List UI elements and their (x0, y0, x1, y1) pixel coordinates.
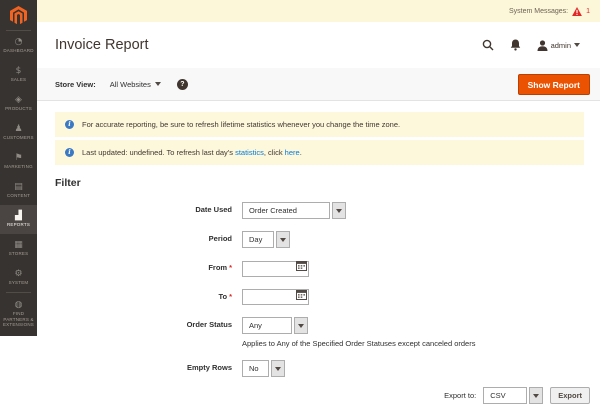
sidebar-item-marketing[interactable]: ⚑ MARKETING (0, 147, 37, 176)
content-icon: ▤ (14, 182, 23, 192)
system-messages-count: 1 (586, 8, 590, 15)
show-report-button[interactable]: Show Report (518, 74, 590, 95)
from-label: From* (55, 258, 232, 272)
date-used-label: Date Used (55, 200, 232, 214)
main-content: System Messages: 1 Invoice Report (37, 0, 600, 400)
period-select[interactable]: Day (242, 231, 290, 248)
period-value: Day (242, 231, 274, 248)
chevron-down-icon (574, 43, 580, 47)
magento-logo-icon (10, 6, 27, 25)
store-view-label: Store View: (55, 80, 96, 89)
system-messages-bar[interactable]: System Messages: 1 (37, 0, 600, 22)
chevron-down-icon[interactable] (155, 82, 161, 86)
chevron-down-icon (298, 324, 304, 328)
stores-icon: ▦ (14, 240, 23, 250)
select-caret-button[interactable] (529, 387, 543, 404)
admin-account-menu[interactable]: admin (537, 40, 580, 51)
required-asterisk: * (229, 263, 232, 272)
notice-text: Last updated: undefined. To refresh last… (82, 148, 302, 157)
chevron-down-icon (280, 238, 286, 242)
admin-sidebar: ◔ DASHBOARD $ SALES ◈ PRODUCTS ♟ CUSTOME… (0, 0, 37, 336)
customers-icon: ♟ (14, 124, 22, 134)
marketing-icon: ⚑ (14, 153, 22, 163)
notice-text-part: . (300, 148, 302, 157)
sidebar-item-find-partners[interactable]: ◍ FIND PARTNERS & EXTENSIONS (0, 293, 37, 335)
field-row-to: To* (55, 287, 600, 306)
page-title: Invoice Report (55, 37, 482, 53)
help-icon[interactable]: ? (177, 79, 188, 90)
page-header: Invoice Report admin (37, 22, 600, 68)
date-used-value: Order Created (242, 202, 330, 219)
store-view-toolbar: Store View: All Websites ? Show Report (37, 68, 600, 101)
calendar-icon[interactable] (296, 289, 307, 300)
sidebar-item-reports[interactable]: ▟ REPORTS (0, 205, 37, 234)
empty-rows-value: No (242, 360, 269, 377)
store-view-selected[interactable]: All Websites (110, 80, 151, 89)
info-icon: i (65, 148, 74, 157)
info-icon: i (65, 120, 74, 129)
notifications-bell-icon[interactable] (510, 39, 521, 51)
export-row: Export to: CSV Export (37, 387, 600, 404)
period-label: Period (55, 229, 232, 243)
chevron-down-icon (336, 209, 342, 213)
admin-username: admin (551, 41, 571, 50)
sidebar-item-content[interactable]: ▤ CONTENT (0, 176, 37, 205)
date-used-select[interactable]: Order Created (242, 202, 346, 219)
field-row-period: Period Day (55, 229, 600, 248)
order-status-value: Any (242, 317, 292, 334)
user-icon (537, 40, 548, 51)
globe-icon: ◍ (15, 300, 23, 310)
sidebar-item-stores[interactable]: ▦ STORES (0, 234, 37, 263)
system-icon: ⚙ (14, 269, 22, 279)
system-messages-label: System Messages: (509, 8, 568, 15)
order-status-label: Order Status (55, 315, 232, 329)
calendar-icon[interactable] (296, 260, 307, 271)
select-caret-button[interactable] (276, 231, 290, 248)
warning-icon (572, 7, 582, 16)
select-caret-button[interactable] (271, 360, 285, 377)
reports-icon: ▟ (15, 211, 22, 221)
sales-icon: $ (16, 66, 22, 76)
statistics-link[interactable]: statistics (235, 148, 264, 157)
sidebar-item-products[interactable]: ◈ PRODUCTS (0, 89, 37, 118)
chevron-down-icon (533, 394, 539, 398)
required-asterisk: * (229, 292, 232, 301)
select-caret-button[interactable] (332, 202, 346, 219)
empty-rows-label: Empty Rows (55, 358, 232, 372)
notice-last-updated: i Last updated: undefined. To refresh la… (55, 140, 584, 165)
field-row-date-used: Date Used Order Created (55, 200, 600, 219)
field-row-from: From* (55, 258, 600, 277)
export-button[interactable]: Export (550, 387, 590, 404)
field-row-order-status: Order Status Any Applies to Any of the S… (55, 315, 600, 348)
notice-text-part: , click (264, 148, 285, 157)
magento-logo[interactable] (0, 0, 37, 30)
notice-timezone: i For accurate reporting, be sure to ref… (55, 112, 584, 137)
order-status-note: Applies to Any of the Specified Order St… (242, 339, 475, 348)
to-label: To* (55, 287, 232, 301)
notice-text: For accurate reporting, be sure to refre… (82, 120, 400, 129)
export-format-value: CSV (483, 387, 527, 404)
search-icon[interactable] (482, 39, 494, 51)
notices: i For accurate reporting, be sure to ref… (55, 112, 584, 165)
select-caret-button[interactable] (294, 317, 308, 334)
order-status-select[interactable]: Any (242, 317, 308, 334)
chevron-down-icon (275, 367, 281, 371)
notice-text-part: Last updated: undefined. To refresh last… (82, 148, 235, 157)
sidebar-item-system[interactable]: ⚙ SYSTEM (0, 263, 37, 292)
empty-rows-select[interactable]: No (242, 360, 285, 377)
to-label-text: To (218, 292, 227, 301)
export-format-select[interactable]: CSV (483, 387, 543, 404)
field-row-empty-rows: Empty Rows No (55, 358, 600, 377)
here-link[interactable]: here (285, 148, 300, 157)
sidebar-item-customers[interactable]: ♟ CUSTOMERS (0, 118, 37, 147)
products-icon: ◈ (15, 95, 22, 105)
filter-form: Date Used Order Created Period Day From* (37, 200, 600, 377)
sidebar-item-dashboard[interactable]: ◔ DASHBOARD (0, 31, 37, 60)
sidebar-item-sales[interactable]: $ SALES (0, 60, 37, 89)
from-label-text: From (208, 263, 227, 272)
filter-heading: Filter (55, 177, 600, 189)
dashboard-icon: ◔ (15, 37, 23, 47)
export-to-label: Export to: (444, 391, 476, 400)
